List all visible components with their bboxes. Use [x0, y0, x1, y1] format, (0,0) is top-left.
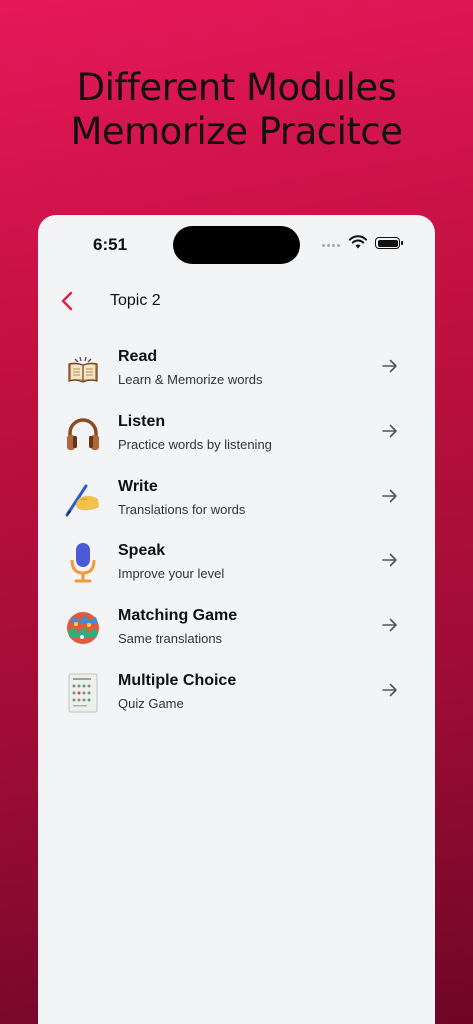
headline-line-2: Memorize Pracitce — [70, 110, 403, 153]
nav-bar: Topic 2 — [38, 275, 435, 325]
module-title: Matching Game — [118, 607, 238, 625]
module-item-multiple-choice[interactable]: Multiple Choice Quiz Game — [38, 664, 435, 729]
module-list: Read Learn & Memorize words Listen Pract… — [38, 340, 435, 729]
headphones-icon — [64, 415, 102, 453]
cellular-signal-icon — [322, 244, 340, 247]
module-subtitle: Same translations — [118, 631, 223, 647]
module-subtitle: Improve your level — [118, 566, 225, 582]
module-item-matching-game[interactable]: Matching Game Same translations — [38, 599, 435, 664]
phone-screen: 6:51 Topic 2 Read Learn & Memorize words… — [38, 215, 435, 1024]
module-subtitle: Learn & Memorize words — [118, 372, 263, 387]
puzzle-ball-icon — [64, 609, 102, 647]
arrow-right-icon — [382, 618, 397, 632]
headline-line-1: Different Modules — [76, 66, 397, 109]
module-title: Write — [118, 477, 158, 495]
module-title: Multiple Choice — [118, 671, 237, 689]
module-item-write[interactable]: Write Translations for words — [38, 470, 435, 535]
book-icon — [64, 350, 102, 388]
module-title: Listen — [118, 412, 166, 430]
module-title: Read — [118, 348, 158, 365]
headline: Different Modules Memorize Pracitce — [0, 66, 473, 154]
arrow-right-icon — [382, 683, 397, 697]
wifi-icon — [349, 235, 367, 249]
module-subtitle: Translations for words — [118, 501, 246, 517]
module-subtitle: Quiz Game — [118, 695, 184, 711]
battery-icon — [375, 237, 403, 249]
back-chevron-icon[interactable] — [58, 289, 78, 313]
module-title: Speak — [118, 542, 166, 560]
arrow-right-icon — [382, 424, 397, 438]
arrow-right-icon — [382, 554, 397, 567]
module-item-speak[interactable]: Speak Improve your level — [38, 534, 435, 599]
module-subtitle: Practice words by listening — [118, 436, 272, 452]
writing-hand-icon — [64, 480, 102, 518]
module-item-listen[interactable]: Listen Practice words by listening — [38, 405, 435, 470]
microphone-icon — [64, 543, 102, 583]
status-bar: 6:51 — [38, 215, 435, 275]
status-time: 6:51 — [93, 235, 128, 254]
arrow-right-icon — [382, 489, 397, 502]
page-title: Topic 2 — [110, 292, 161, 309]
quiz-sheet-icon — [64, 673, 102, 713]
dynamic-island — [173, 226, 300, 264]
module-item-read[interactable]: Read Learn & Memorize words — [38, 340, 435, 405]
arrow-right-icon — [382, 359, 397, 373]
